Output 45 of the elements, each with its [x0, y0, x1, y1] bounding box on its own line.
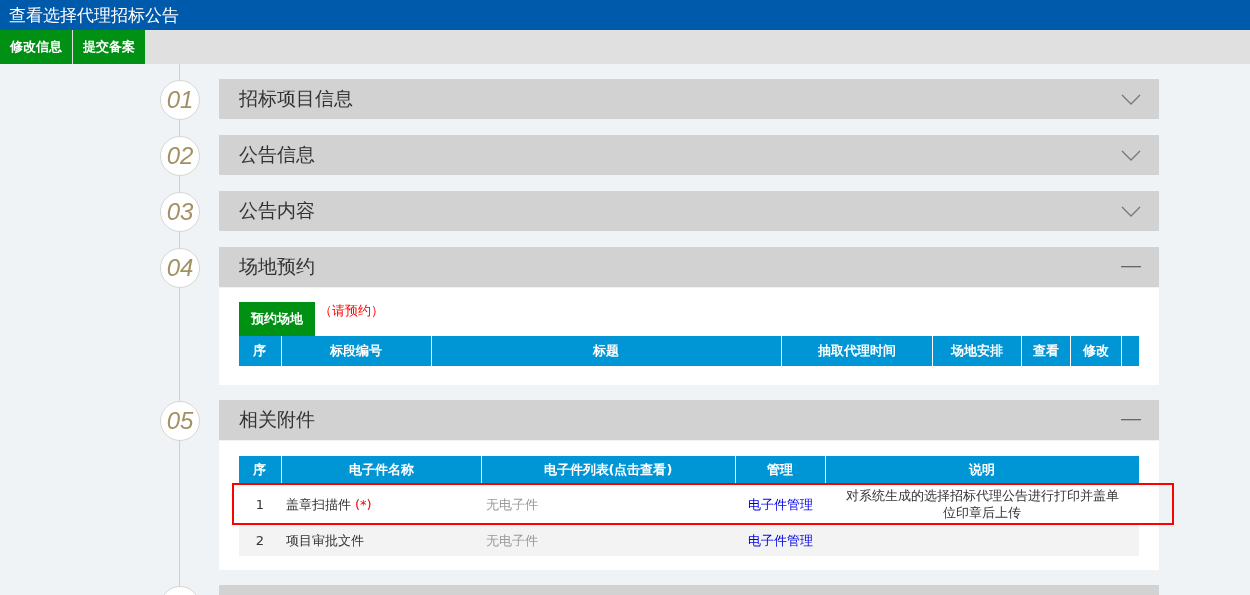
column-header: 电子件列表(点击查看) — [481, 456, 735, 483]
section-header[interactable]: 公告内容 — [219, 191, 1159, 231]
description-text: 对系统生成的选择招标代理公告进行打印并盖单位印章后上传 — [845, 488, 1119, 520]
section-title: 相关附件 — [239, 407, 315, 432]
section-title: 公告信息 — [239, 142, 315, 167]
column-header: 序 — [239, 456, 281, 483]
file-name: 项目审批文件 — [286, 533, 364, 548]
chevron-down-icon[interactable] — [1121, 93, 1141, 105]
section-header[interactable]: 招标项目信息 — [219, 79, 1159, 119]
column-header: 说明 — [825, 456, 1139, 483]
required-mark: (*) — [355, 496, 372, 512]
file-list-text: 无电子件 — [486, 496, 538, 512]
file-manage-link[interactable]: 电子件管理 — [747, 496, 813, 512]
column-header: 标题 — [431, 336, 781, 366]
notice-text: （请预约） — [319, 303, 384, 318]
step-number: 05 — [160, 401, 200, 441]
column-header: 场地安排 — [932, 336, 1021, 366]
step-number: 02 — [160, 136, 200, 176]
column-header: 查看 — [1021, 336, 1070, 366]
section-header[interactable]: 公告信息 — [219, 135, 1159, 175]
column-header: 标段编号 — [281, 336, 431, 366]
row-number: 1 — [239, 483, 281, 525]
step-number: 03 — [160, 192, 200, 232]
toolbar-button[interactable]: 提交备案 — [73, 30, 146, 64]
row-number: 2 — [239, 525, 281, 556]
column-header: 序 — [239, 336, 281, 366]
file-name: 盖章扫描件 — [286, 496, 351, 512]
window-title: 查看选择代理招标公告 — [0, 0, 1250, 30]
section-header[interactable]: 场地预约 — [219, 247, 1159, 287]
section-header[interactable]: 相关附件 — [219, 400, 1159, 440]
toolbar-button[interactable]: 修改信息 — [0, 30, 73, 64]
column-header: 电子件名称 — [281, 456, 481, 483]
step-number: 04 — [160, 248, 200, 288]
chevron-down-icon[interactable] — [1121, 149, 1141, 161]
section-title: 场地预约 — [239, 254, 315, 279]
step-number: 01 — [160, 80, 200, 120]
column-header: 修改 — [1070, 336, 1121, 366]
file-manage-link[interactable]: 电子件管理 — [747, 533, 813, 548]
file-list-text: 无电子件 — [486, 533, 538, 548]
chevron-down-icon[interactable] — [1121, 205, 1141, 217]
book-venue-button[interactable]: 预约场地 — [239, 302, 315, 336]
section-title: 招标项目信息 — [239, 86, 353, 111]
section-title: 公告内容 — [239, 198, 315, 223]
column-header: 抽取代理时间 — [781, 336, 932, 366]
column-header: 管理 — [735, 456, 825, 483]
